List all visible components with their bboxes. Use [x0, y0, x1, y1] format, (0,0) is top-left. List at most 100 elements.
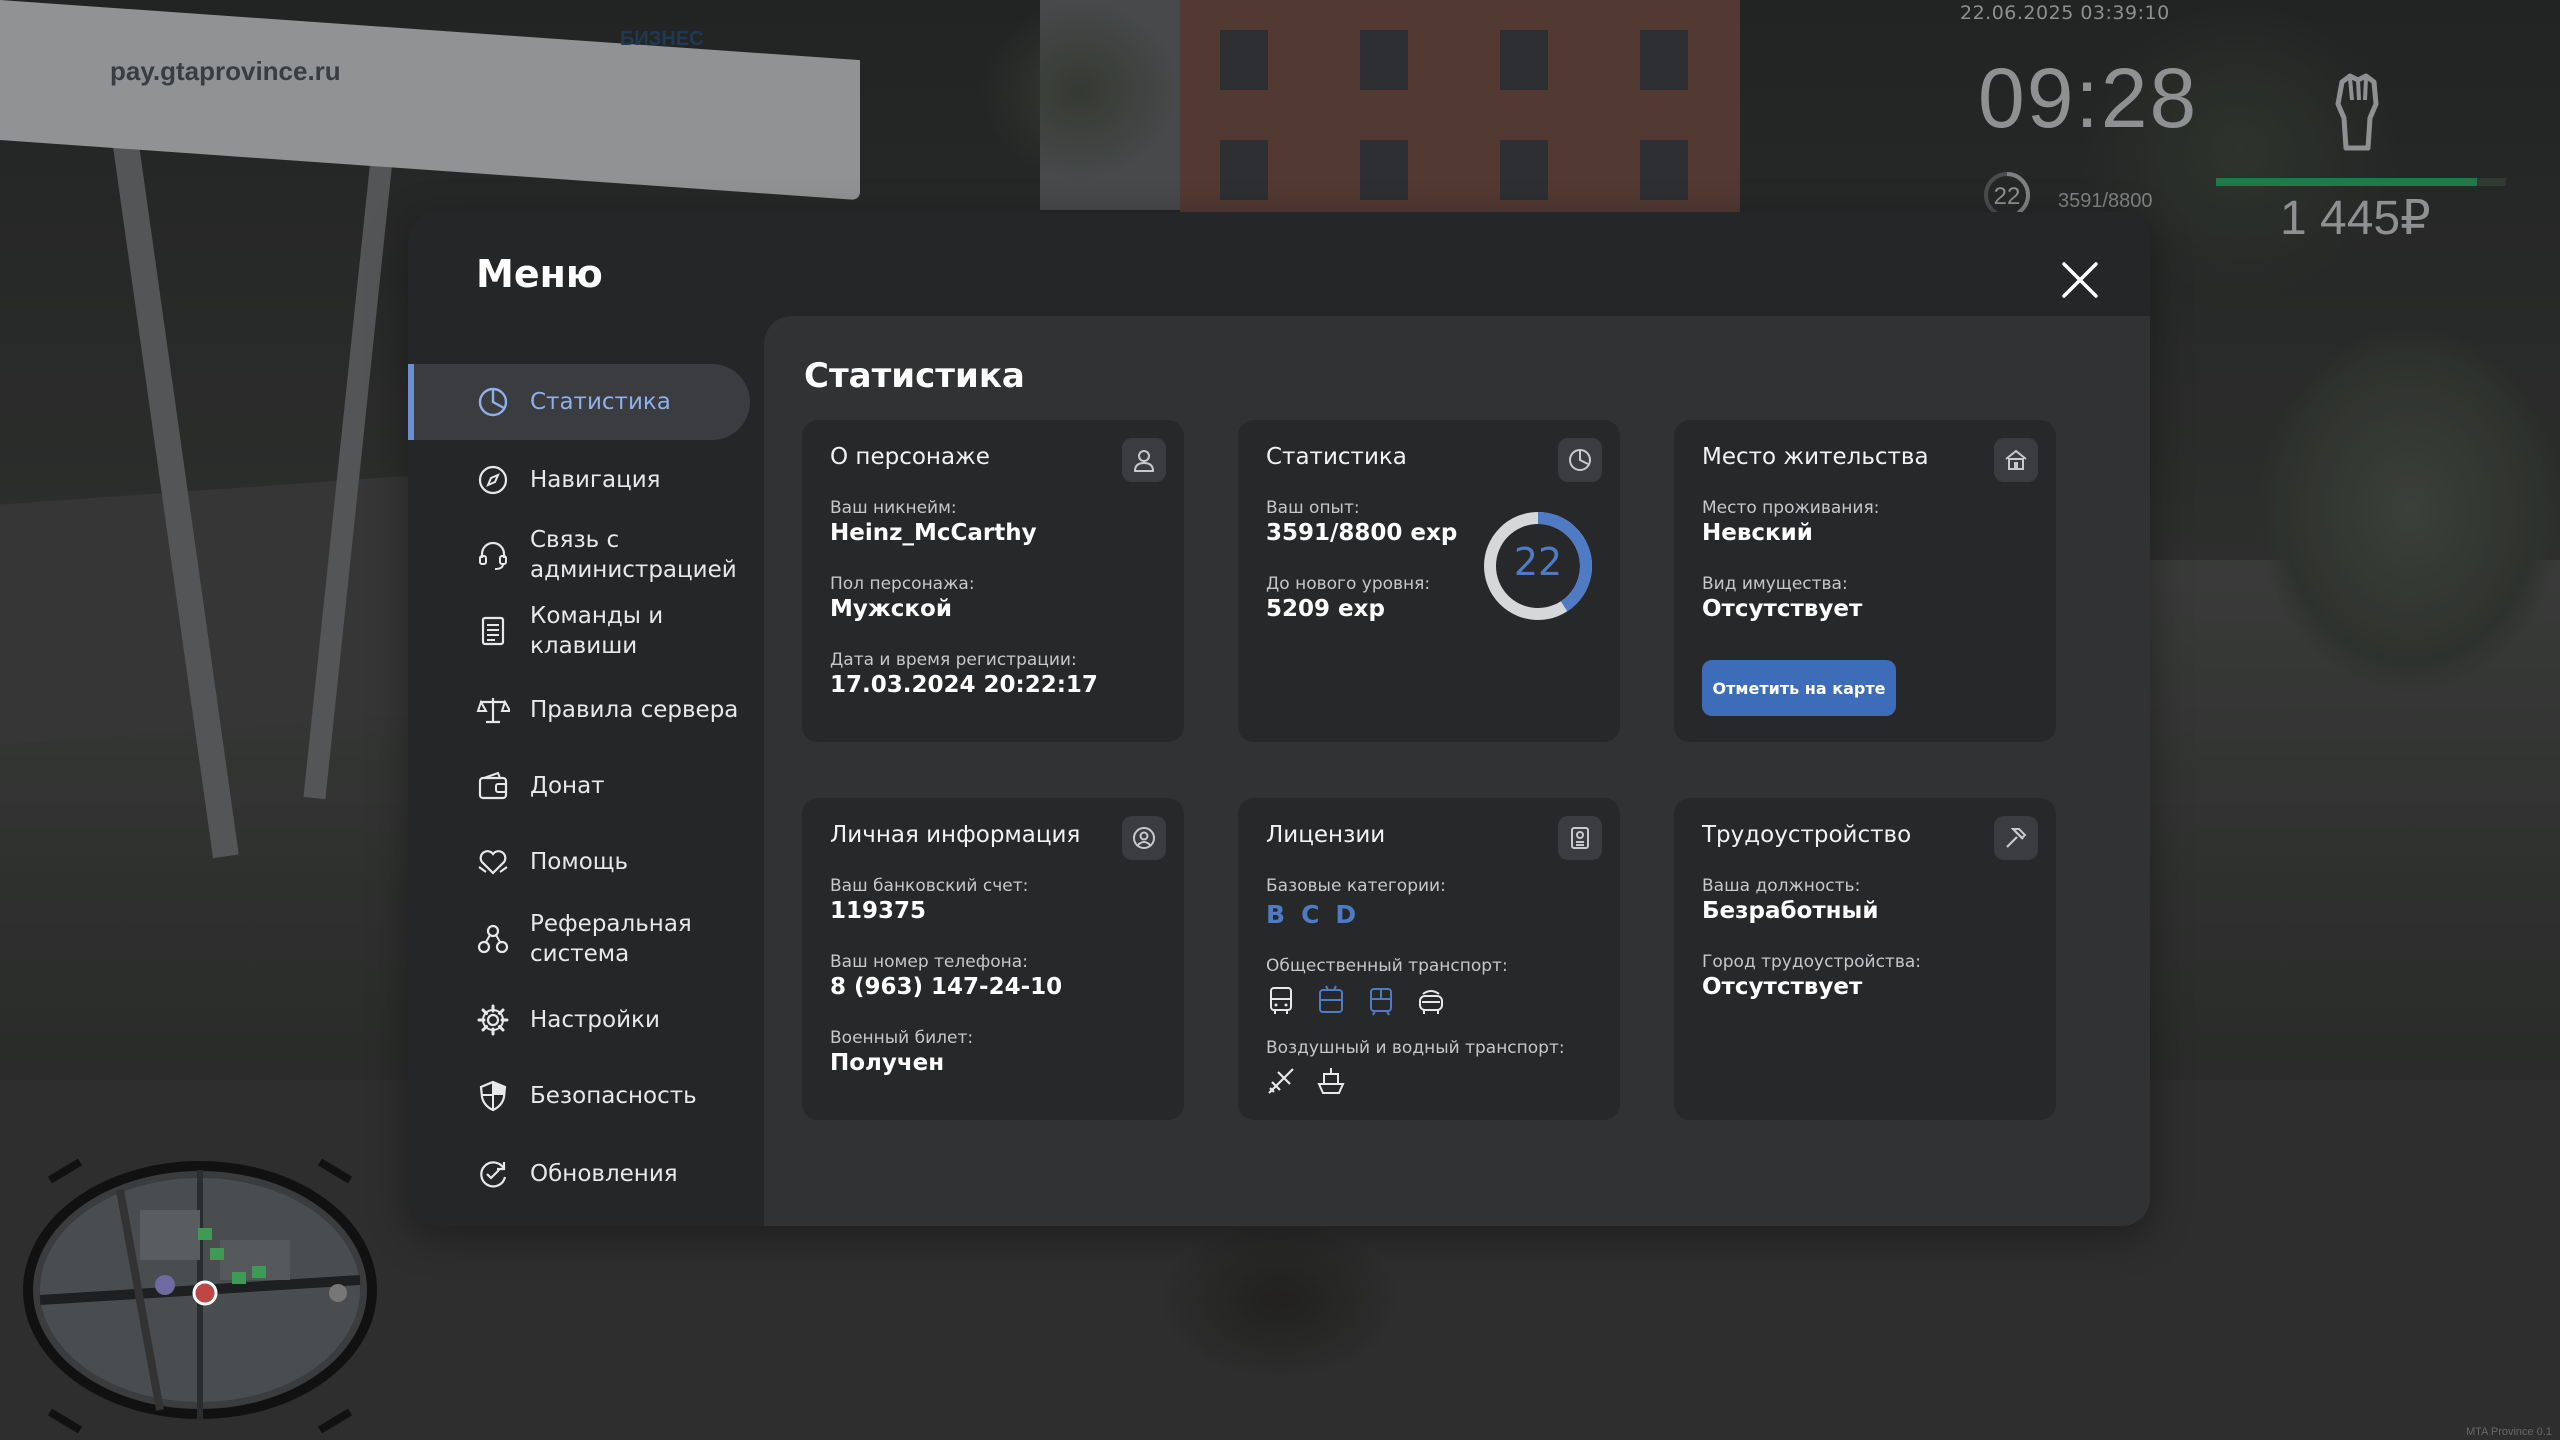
hud-datetime: 22.06.2025 03:39:10	[1960, 2, 2170, 24]
sidebar-item-label: Донат	[530, 773, 605, 799]
level-number: 22	[1513, 540, 1563, 584]
employment-city-label: Город трудоустройства:	[1702, 952, 1921, 972]
sidebar-item-settings[interactable]: Настройки	[412, 982, 750, 1058]
sidebar-item-admin-contact[interactable]: Связь с администрацией	[412, 514, 750, 596]
base-categories-label: Базовые категории:	[1266, 876, 1446, 896]
hud-exp: 3591/8800	[2058, 190, 2153, 212]
home-icon	[1994, 438, 2038, 482]
user-icon	[1122, 438, 1166, 482]
gear-icon	[477, 1004, 509, 1036]
next-level-label: До нового уровня:	[1266, 574, 1431, 594]
refresh-check-icon	[480, 1161, 507, 1188]
exp-value: 3591/8800 exp	[1266, 520, 1458, 546]
card-licenses: Лицензии Базовые категории: B C D Общест…	[1238, 798, 1620, 1120]
sidebar-item-statistics[interactable]: Статистика	[408, 364, 750, 440]
card-personal-info: Личная информация Ваш банковский счет: 1…	[802, 798, 1184, 1120]
sidebar-nav: Статистика Навигация Связь с администрац…	[408, 352, 750, 1226]
minimap	[23, 1158, 377, 1434]
property-label: Вид имущества:	[1702, 574, 1848, 594]
public-transport-icons	[1264, 984, 1448, 1018]
gender-value: Мужской	[830, 596, 952, 622]
license-category: B	[1266, 900, 1286, 929]
sidebar-item-label: Настройки	[530, 1007, 660, 1033]
shield-icon	[479, 1080, 507, 1112]
bus-icon	[1270, 987, 1292, 1014]
employment-city-value: Отсутствует	[1702, 974, 1863, 1000]
card-stats: Статистика Ваш опыт: 3591/8800 exp До но…	[1238, 420, 1620, 742]
sidebar-item-label: Правила сервера	[530, 697, 739, 723]
card-residence: Место жительства Место проживания: Невск…	[1674, 420, 2056, 742]
military-value: Получен	[830, 1050, 945, 1076]
bank-value: 119375	[830, 898, 927, 924]
hud-money: 1 445₽	[2280, 192, 2431, 245]
sidebar-item-label: Обновления	[530, 1161, 678, 1187]
wallet-icon	[478, 771, 508, 800]
id-card-icon	[1558, 816, 1602, 860]
property-value: Отсутствует	[1702, 596, 1863, 622]
people-network-icon	[477, 924, 509, 954]
gender-label: Пол персонажа:	[830, 574, 975, 594]
air-water-transport-icons	[1264, 1064, 1348, 1098]
hud-health-fill	[2216, 178, 2477, 186]
chart-pie-icon	[478, 387, 508, 417]
close-icon[interactable]	[2058, 258, 2102, 302]
document-list-icon	[481, 616, 505, 646]
menu-title: Меню	[476, 252, 603, 296]
headset-icon	[479, 541, 507, 570]
menu-window: Меню Статистика Навигация Связь с админи…	[408, 212, 2150, 1226]
sidebar-item-label: Навигация	[530, 467, 661, 493]
scales-icon	[476, 698, 510, 724]
sidebar-item-label: Связь с администрацией	[530, 527, 737, 583]
sidebar-item-commands[interactable]: Команды и клавиши	[412, 590, 750, 672]
sidebar-item-navigation[interactable]: Навигация	[412, 442, 750, 518]
card-employment: Трудоустройство Ваша должность: Безработ…	[1674, 798, 2056, 1120]
license-category: C	[1301, 900, 1320, 929]
card-title: Лицензии	[1266, 822, 1386, 848]
tram-icon	[1370, 988, 1392, 1016]
position-value: Безработный	[1702, 898, 1879, 924]
sidebar-item-donate[interactable]: Донат	[412, 748, 750, 824]
bank-label: Ваш банковский счет:	[830, 876, 1029, 896]
hud-clock: 09:28	[1978, 51, 2199, 145]
exp-label: Ваш опыт:	[1266, 498, 1360, 518]
sidebar-item-security[interactable]: Безопасность	[412, 1058, 750, 1134]
card-title: Трудоустройство	[1702, 822, 1912, 848]
page-title: Статистика	[804, 356, 1025, 396]
user-circle-icon	[1122, 816, 1166, 860]
phone-value: 8 (963) 147-24-10	[830, 974, 1063, 1000]
plane-icon	[1268, 1068, 1294, 1094]
residence-label: Место проживания:	[1702, 498, 1880, 518]
sidebar-item-help[interactable]: Помощь	[412, 824, 750, 900]
sidebar-item-referral[interactable]: Реферальная система	[412, 898, 750, 980]
sidebar-item-label: Помощь	[530, 849, 629, 875]
sidebar-item-label: Безопасность	[530, 1083, 697, 1109]
sidebar-item-updates[interactable]: Обновления	[412, 1136, 750, 1212]
content-panel: Статистика О персонаже Ваш никнейм: Hein…	[764, 316, 2150, 1226]
mark-on-map-button[interactable]: Отметить на карте	[1702, 660, 1896, 716]
license-category: D	[1335, 900, 1357, 929]
next-level-value: 5209 exp	[1266, 596, 1385, 622]
license-categories: B C D	[1266, 900, 1356, 929]
taxi-icon	[1419, 990, 1443, 1014]
position-label: Ваша должность:	[1702, 876, 1861, 896]
hammer-icon	[1994, 816, 2038, 860]
card-character: О персонаже Ваш никнейм: Heinz_McCarthy …	[802, 420, 1184, 742]
card-title: Статистика	[1266, 444, 1407, 470]
residence-value: Невский	[1702, 520, 1813, 546]
card-title: Личная информация	[830, 822, 1081, 848]
sidebar-item-label: Команды и клавиши	[530, 603, 664, 659]
card-title: Место жительства	[1702, 444, 1929, 470]
compass-icon	[478, 465, 508, 495]
phone-label: Ваш номер телефона:	[830, 952, 1028, 972]
sidebar-item-label: Реферальная система	[530, 911, 692, 967]
registration-label: Дата и время регистрации:	[830, 650, 1077, 670]
military-label: Военный билет:	[830, 1028, 974, 1048]
registration-value: 17.03.2024 20:22:17	[830, 672, 1098, 698]
hud-level: 22	[1993, 183, 2021, 210]
public-transport-label: Общественный транспорт:	[1266, 956, 1508, 976]
card-title: О персонаже	[830, 444, 990, 470]
heart-hands-icon	[478, 850, 508, 875]
sidebar-item-server-rules[interactable]: Правила сервера	[412, 672, 750, 748]
watermark: MTA Province 0.1	[2466, 1426, 2552, 1438]
hud-health-bar	[2216, 178, 2506, 186]
